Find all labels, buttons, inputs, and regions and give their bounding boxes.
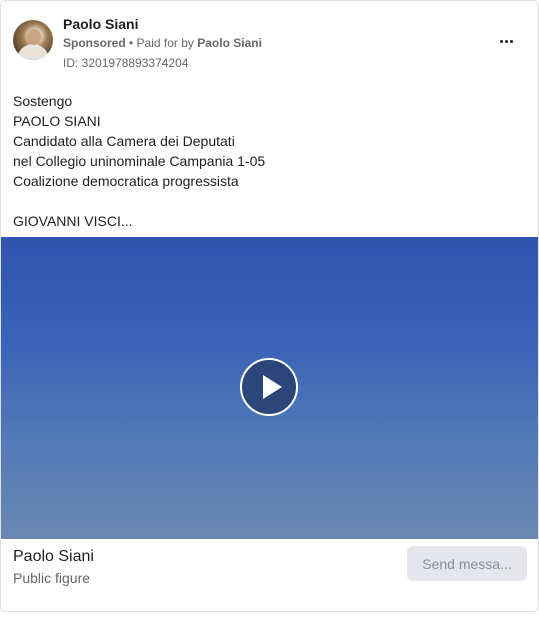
body-line: Sostengo xyxy=(13,93,73,109)
page-name[interactable]: Paolo Siani xyxy=(63,16,138,32)
more-horizontal-icon[interactable] xyxy=(494,30,518,52)
dot xyxy=(509,39,513,43)
post-body: Sostengo PAOLO SIANI Candidato alla Came… xyxy=(13,91,526,231)
body-line: nel Collegio uninominale Campania 1-05 xyxy=(13,153,266,169)
dot xyxy=(504,39,508,43)
body-line[interactable]: GIOVANNI VISCI... xyxy=(13,211,526,231)
separator: • xyxy=(125,36,137,50)
body-line xyxy=(13,191,526,211)
body-line: Candidato alla Camera dei Deputati xyxy=(13,133,235,149)
video-media[interactable] xyxy=(1,237,538,539)
ad-card: Paolo Siani Sponsored • Paid for by Paol… xyxy=(0,0,539,612)
post-header: Paolo Siani Sponsored • Paid for by Paol… xyxy=(13,14,526,70)
dot xyxy=(499,39,503,43)
sponsored-label: Sponsored xyxy=(63,36,126,50)
ad-footer: Paolo Siani Public figure Send messa... xyxy=(1,539,538,611)
avatar-face xyxy=(27,29,41,45)
footer-subtitle: Public figure xyxy=(13,570,91,586)
play-triangle xyxy=(263,375,282,399)
body-line: Coalizione democratica progressista xyxy=(13,173,239,189)
avatar-shirt xyxy=(17,44,49,60)
sponsored-line: Sponsored • Paid for by Paolo Siani xyxy=(63,36,262,50)
play-icon[interactable] xyxy=(240,358,298,416)
send-message-button[interactable]: Send messa... xyxy=(407,546,527,581)
footer-title[interactable]: Paolo Siani xyxy=(13,548,94,566)
body-line: PAOLO SIANI xyxy=(13,113,101,129)
ad-id: ID: 3201978893374204 xyxy=(63,56,189,70)
paid-for-prefix: Paid for by xyxy=(136,36,198,50)
avatar[interactable] xyxy=(13,20,53,60)
paid-for-name: Paolo Siani xyxy=(197,36,262,50)
